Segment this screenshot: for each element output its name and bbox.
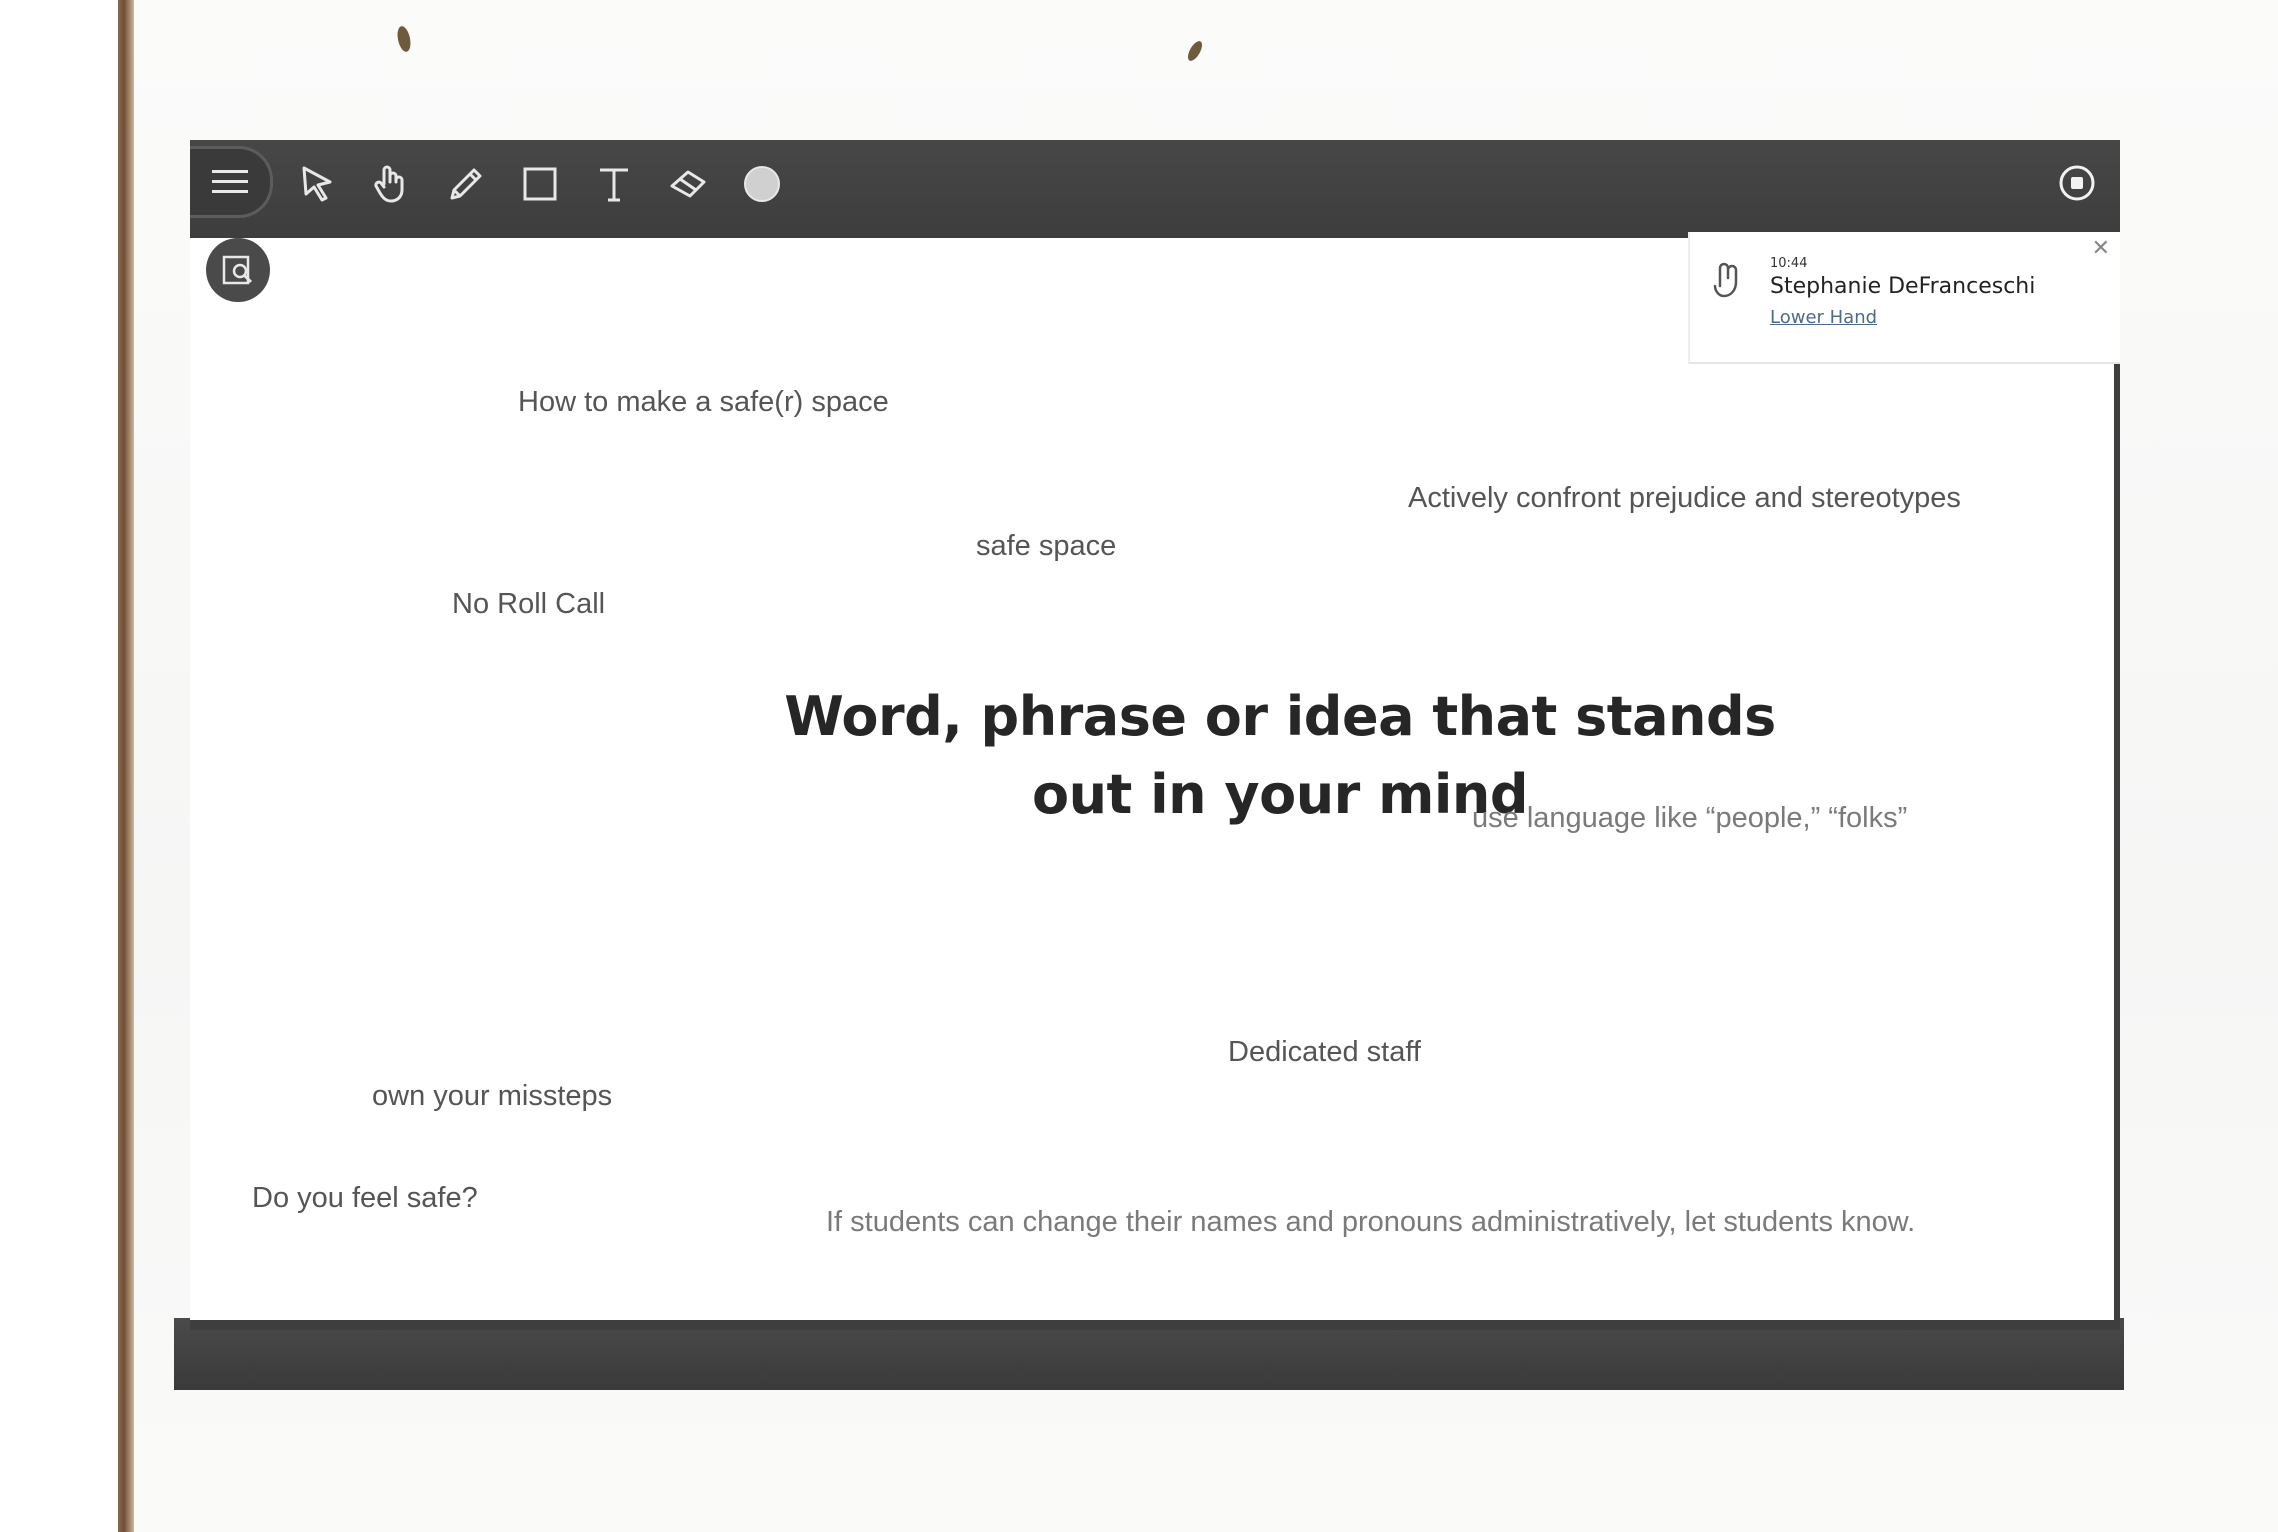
record-icon [2059, 165, 2095, 201]
desk-edge [0, 0, 134, 1532]
close-icon[interactable]: ✕ [2092, 238, 2110, 260]
raised-hand-icon [1713, 262, 1738, 298]
participant-name: Stephanie DeFranceschi [1770, 274, 2036, 299]
response-text[interactable]: No Roll Call [452, 588, 605, 621]
raised-hand-notification: 10:44 Stephanie DeFranceschi Lower Hand … [1688, 232, 2120, 364]
select-tool-button[interactable] [290, 156, 346, 212]
menu-button[interactable] [190, 146, 273, 218]
rectangle-tool-button[interactable] [512, 156, 568, 212]
response-text[interactable]: use language like “people,” “folks” [1472, 802, 1907, 835]
menu-icon [212, 170, 248, 193]
whiteboard-toolbar [190, 140, 2120, 240]
response-text[interactable]: Dedicated staff [1228, 1036, 1421, 1069]
eraser-icon [670, 170, 706, 198]
rectangle-icon [523, 167, 557, 201]
text-tool-button[interactable] [586, 156, 642, 212]
whiteboard-canvas[interactable]: How to make a safe(r) space Actively con… [190, 238, 2114, 1320]
pan-hand-icon [374, 165, 404, 203]
pencil-icon [450, 168, 482, 200]
response-text[interactable]: Do you feel safe? [252, 1182, 478, 1215]
color-dot-icon [744, 166, 780, 202]
lower-hand-link[interactable]: Lower Hand [1770, 307, 1877, 328]
response-text[interactable]: Actively confront prejudice and stereoty… [1408, 482, 1961, 515]
prompt-line-1: Word, phrase or idea that stands [784, 685, 1776, 748]
response-text[interactable]: safe space [976, 530, 1116, 563]
color-tool-button[interactable] [734, 156, 790, 212]
eraser-tool-button[interactable] [660, 156, 716, 212]
search-button[interactable] [206, 238, 270, 302]
text-icon [600, 168, 628, 202]
search-icon [222, 255, 253, 285]
notification-time: 10:44 [1770, 256, 1808, 271]
pan-tool-button[interactable] [364, 156, 420, 212]
response-text[interactable]: How to make a safe(r) space [518, 386, 889, 419]
select-arrow-icon [302, 166, 332, 202]
pencil-tool-button[interactable] [438, 156, 494, 212]
response-text[interactable]: If students can change their names and p… [826, 1206, 1915, 1239]
response-text[interactable]: own your missteps [372, 1080, 612, 1113]
record-button[interactable] [2056, 162, 2098, 204]
